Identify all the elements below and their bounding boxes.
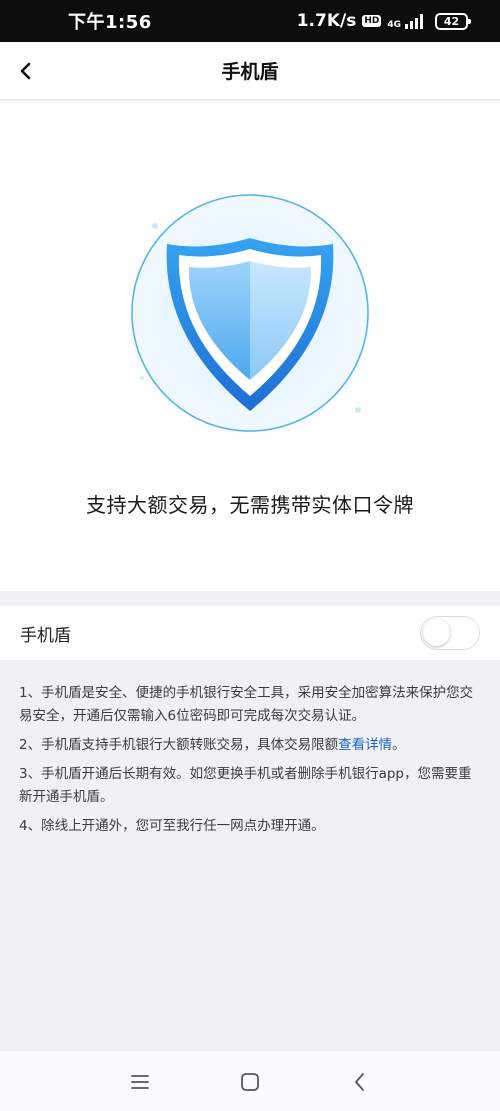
back-button[interactable] bbox=[6, 51, 46, 91]
home-button[interactable] bbox=[237, 1069, 263, 1095]
shield-illustration bbox=[100, 148, 400, 478]
toggle-knob bbox=[423, 619, 450, 646]
back-triangle-icon bbox=[355, 1073, 364, 1091]
battery-level: 42 bbox=[443, 14, 460, 28]
battery-icon: 42 bbox=[435, 12, 471, 30]
note-text: 2、手机盾支持手机银行大额转账交易，具体交易限额 bbox=[19, 737, 339, 753]
toggle-label: 手机盾 bbox=[20, 625, 71, 646]
view-details-link[interactable]: 查看详情 bbox=[338, 737, 392, 753]
hd-badge: HD bbox=[362, 15, 382, 27]
mobile-shield-toggle[interactable] bbox=[420, 616, 480, 650]
page-title: 手机盾 bbox=[221, 61, 279, 83]
note-item: 1、手机盾是安全、便捷的手机银行安全工具，采用安全加密算法来保护您交易安全，开通… bbox=[19, 685, 474, 724]
status-bar: 下午1:56 1.7K/s HD 4G 42 bbox=[0, 0, 500, 42]
hero-slogan: 支持大额交易，无需携带实体口令牌 bbox=[86, 493, 414, 517]
note-item: 3、手机盾开通后长期有效。如您更换手机或者删除手机银行app，您需要重新开通手机… bbox=[19, 766, 472, 805]
status-indicators: 1.7K/s HD 4G 42 bbox=[296, 11, 471, 31]
note-text: 。 bbox=[392, 737, 406, 753]
system-navigation-bar bbox=[0, 1050, 500, 1111]
shield-icon bbox=[100, 163, 400, 463]
note-item: 2、手机盾支持手机银行大额转账交易，具体交易限额查看详情。 bbox=[19, 734, 481, 757]
notes-list: 1、手机盾是安全、便捷的手机银行安全工具，采用安全加密算法来保护您交易安全，开通… bbox=[19, 682, 481, 844]
home-icon bbox=[241, 1073, 259, 1091]
system-back-button[interactable] bbox=[347, 1069, 373, 1095]
chevron-left-icon bbox=[20, 62, 31, 80]
network-speed: 1.7K/s bbox=[296, 11, 357, 31]
menu-button[interactable] bbox=[127, 1069, 153, 1095]
note-item: 4、除线上开通外，您可至我行任一网点办理开通。 bbox=[19, 818, 325, 834]
signal-icon bbox=[405, 13, 423, 29]
status-time: 下午1:56 bbox=[68, 12, 152, 33]
network-type: 4G bbox=[387, 20, 401, 30]
navigation-header: 手机盾 bbox=[0, 42, 500, 100]
mobile-shield-toggle-row: 手机盾 bbox=[0, 606, 500, 660]
menu-icon bbox=[131, 1075, 149, 1089]
hero-section: 支持大额交易，无需携带实体口令牌 bbox=[0, 101, 500, 591]
